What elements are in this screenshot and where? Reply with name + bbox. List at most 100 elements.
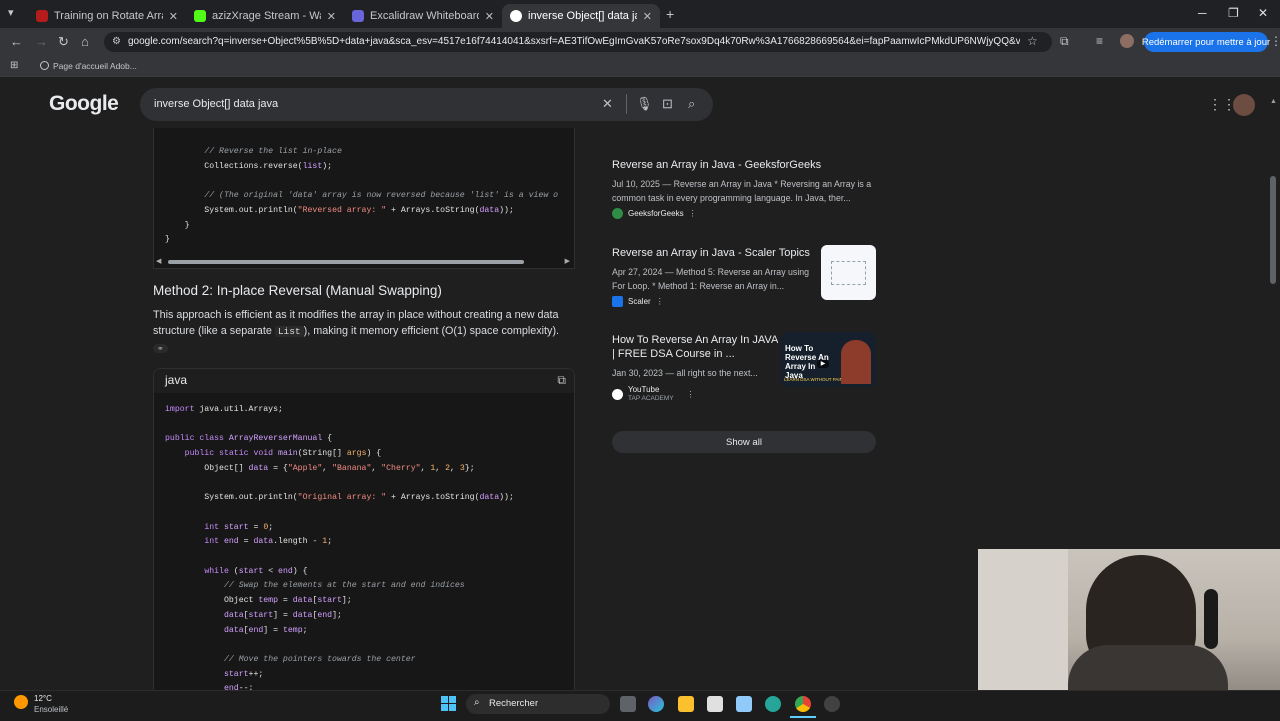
result-card-geeksforgeeks[interactable]: Reverse an Array in Java - GeeksforGeeks… — [612, 158, 878, 219]
youtube-icon — [612, 388, 623, 400]
store-icon[interactable] — [707, 696, 723, 712]
copy-code-icon[interactable]: ⧉ — [557, 373, 566, 388]
excalidraw-favicon-icon — [352, 10, 364, 22]
extensions-icon[interactable]: ⧉ — [1060, 34, 1069, 49]
result-card-scaler[interactable]: Reverse an Array in Java - Scaler Topics… — [612, 246, 812, 307]
channel-name: TAP ACADEMY — [628, 395, 674, 402]
result-title[interactable]: How To Reverse An Array In JAVA | FREE D… — [612, 333, 778, 361]
scrollbar-thumb[interactable] — [168, 260, 524, 264]
tab-training-rotate-array[interactable]: Training on Rotate Array | Code ✕ — [28, 4, 186, 28]
browser-menu-icon[interactable]: ⋮ — [1270, 34, 1280, 48]
relaunch-update-button[interactable]: Redémarrer pour mettre à jour — [1142, 32, 1270, 52]
forward-icon[interactable]: → — [35, 34, 48, 49]
windows-taskbar — [0, 690, 1280, 721]
play-icon[interactable]: ▶ — [817, 360, 829, 368]
inline-code-list: List — [274, 326, 304, 337]
result-snippet: Jan 30, 2023 — all right so the next... — [612, 368, 758, 378]
minimize-icon[interactable]: ─ — [1198, 6, 1207, 20]
restore-icon[interactable]: ❐ — [1228, 6, 1239, 20]
search-input[interactable]: inverse Object[] data java — [154, 98, 278, 110]
file-explorer-icon[interactable] — [678, 696, 694, 712]
home-icon[interactable]: ⌂ — [81, 34, 89, 49]
webcam-overlay — [978, 549, 1280, 697]
method-description: This approach is efficient as it modifie… — [153, 307, 573, 357]
code-block-manual-reversal: ⧉ import java.util.Arrays; public class … — [153, 368, 575, 692]
scroll-left-icon[interactable]: ◀ — [156, 258, 161, 266]
search-icon[interactable]: ⌕ — [688, 96, 695, 112]
scaler-icon — [612, 296, 623, 307]
more-options-icon[interactable]: ⋮ — [689, 209, 697, 218]
method-text-2: ), making it memory efficient (O(1) spac… — [303, 325, 560, 337]
weather-temp[interactable]: 12°C — [34, 694, 52, 703]
result-snippet: Jul 10, 2025 — Reverse an Array in Java … — [612, 179, 872, 203]
code-previous-content: // Reverse the list in-place Collections… — [165, 147, 559, 245]
taskbar-search-label[interactable]: Rechercher — [489, 698, 538, 709]
windows-start-icon[interactable] — [441, 696, 456, 711]
site-info-icon[interactable]: ⚙ — [112, 36, 121, 47]
tab-search-icon[interactable]: ▾ — [8, 6, 14, 19]
result-card-youtube[interactable]: How To Reverse An Array In JAVA | FREE D… — [612, 333, 778, 403]
source-link-icon[interactable]: ⚭ — [153, 344, 168, 353]
result-title[interactable]: Reverse an Array in Java - Scaler Topics — [612, 246, 812, 260]
account-avatar[interactable] — [1233, 94, 1255, 116]
result-source: Scaler ⋮ — [612, 296, 812, 307]
youtube-thumbnail[interactable]: How To Reverse An Array In Java LEARN DS… — [781, 332, 876, 387]
settings-icon[interactable] — [824, 696, 840, 712]
result-source: YouTube TAP ACADEMY ⋮ — [612, 385, 778, 403]
weather-sun-icon[interactable] — [14, 695, 28, 709]
copilot-icon[interactable] — [648, 696, 664, 712]
profile-avatar[interactable] — [1120, 34, 1134, 48]
bookmark-adobe[interactable]: Page d'accueil Adob... — [53, 61, 137, 71]
bookmark-star-icon[interactable]: ☆ — [1027, 34, 1038, 48]
method-heading: Method 2: In-place Reversal (Manual Swap… — [153, 283, 442, 298]
bookmarks-bar — [0, 56, 1280, 77]
weather-desc[interactable]: Ensoleillé — [34, 705, 68, 714]
show-all-button[interactable]: Show all — [612, 431, 876, 453]
horizontal-scrollbar[interactable]: ◀ ▶ — [156, 258, 570, 266]
reload-icon[interactable]: ↻ — [58, 34, 69, 50]
search-divider — [626, 94, 627, 114]
more-options-icon[interactable]: ⋮ — [687, 390, 695, 399]
tab-google-search[interactable]: inverse Object[] data java - Goo ✕ — [502, 4, 660, 28]
google-logo[interactable]: Google — [49, 92, 119, 116]
close-tab-icon[interactable]: ✕ — [169, 10, 178, 23]
close-tab-icon[interactable]: ✕ — [485, 10, 494, 23]
taskbar-search-icon: ⌕ — [474, 697, 480, 708]
scroll-up-icon[interactable]: ▲ — [1270, 98, 1277, 105]
page-scrollbar-thumb[interactable] — [1270, 176, 1276, 284]
task-view-icon[interactable] — [620, 696, 636, 712]
chrome-icon[interactable] — [795, 696, 811, 712]
lens-camera-icon[interactable]: ⊡ — [662, 96, 673, 112]
result-title[interactable]: Reverse an Array in Java - GeeksforGeeks — [612, 158, 878, 172]
scroll-right-icon[interactable]: ▶ — [565, 258, 570, 266]
media-controls-icon[interactable]: ≡ — [1096, 34, 1103, 48]
apps-grid-icon[interactable]: ⊞ — [10, 60, 18, 71]
scaler-thumbnail[interactable] — [821, 245, 876, 300]
code-language-label: java — [165, 373, 188, 387]
microphone-icon[interactable]: 🎙 — [636, 96, 653, 112]
window-close-icon[interactable]: ✕ — [1258, 6, 1268, 20]
close-tab-icon[interactable]: ✕ — [327, 10, 336, 23]
result-source: GeeksforGeeks ⋮ — [612, 208, 878, 219]
tab-excalidraw[interactable]: Excalidraw Whiteboard ✕ — [344, 4, 502, 28]
clear-search-icon[interactable]: ✕ — [602, 96, 613, 112]
thumbnail-badge: LEARN DSA WITHOUT PAIN — [784, 377, 843, 382]
tab-aziz-stream[interactable]: azizXrage Stream - Watch Live ✕ — [186, 4, 344, 28]
source-name: YouTube — [628, 385, 660, 394]
result-snippet: Apr 27, 2024 — Method 5: Reverse an Arra… — [612, 267, 810, 291]
active-app-indicator — [790, 716, 816, 718]
more-options-icon[interactable]: ⋮ — [656, 297, 664, 306]
url-text[interactable]: google.com/search?q=inverse+Object%5B%5D… — [128, 36, 1020, 47]
google-apps-icon[interactable]: ⋮⋮ — [1208, 96, 1236, 113]
close-tab-icon[interactable]: ✕ — [643, 10, 652, 23]
notepad-icon[interactable] — [736, 696, 752, 712]
code-block-previous: // Reverse the list in-place Collections… — [153, 128, 575, 269]
globe-icon — [40, 61, 49, 70]
back-icon[interactable]: ← — [10, 34, 23, 49]
source-stack: YouTube TAP ACADEMY — [628, 385, 674, 403]
google-favicon-icon — [510, 10, 522, 22]
headset-icon — [1204, 589, 1218, 649]
edge-icon[interactable] — [765, 696, 781, 712]
presenter-figure — [841, 340, 871, 384]
new-tab-button[interactable]: + — [666, 6, 674, 22]
